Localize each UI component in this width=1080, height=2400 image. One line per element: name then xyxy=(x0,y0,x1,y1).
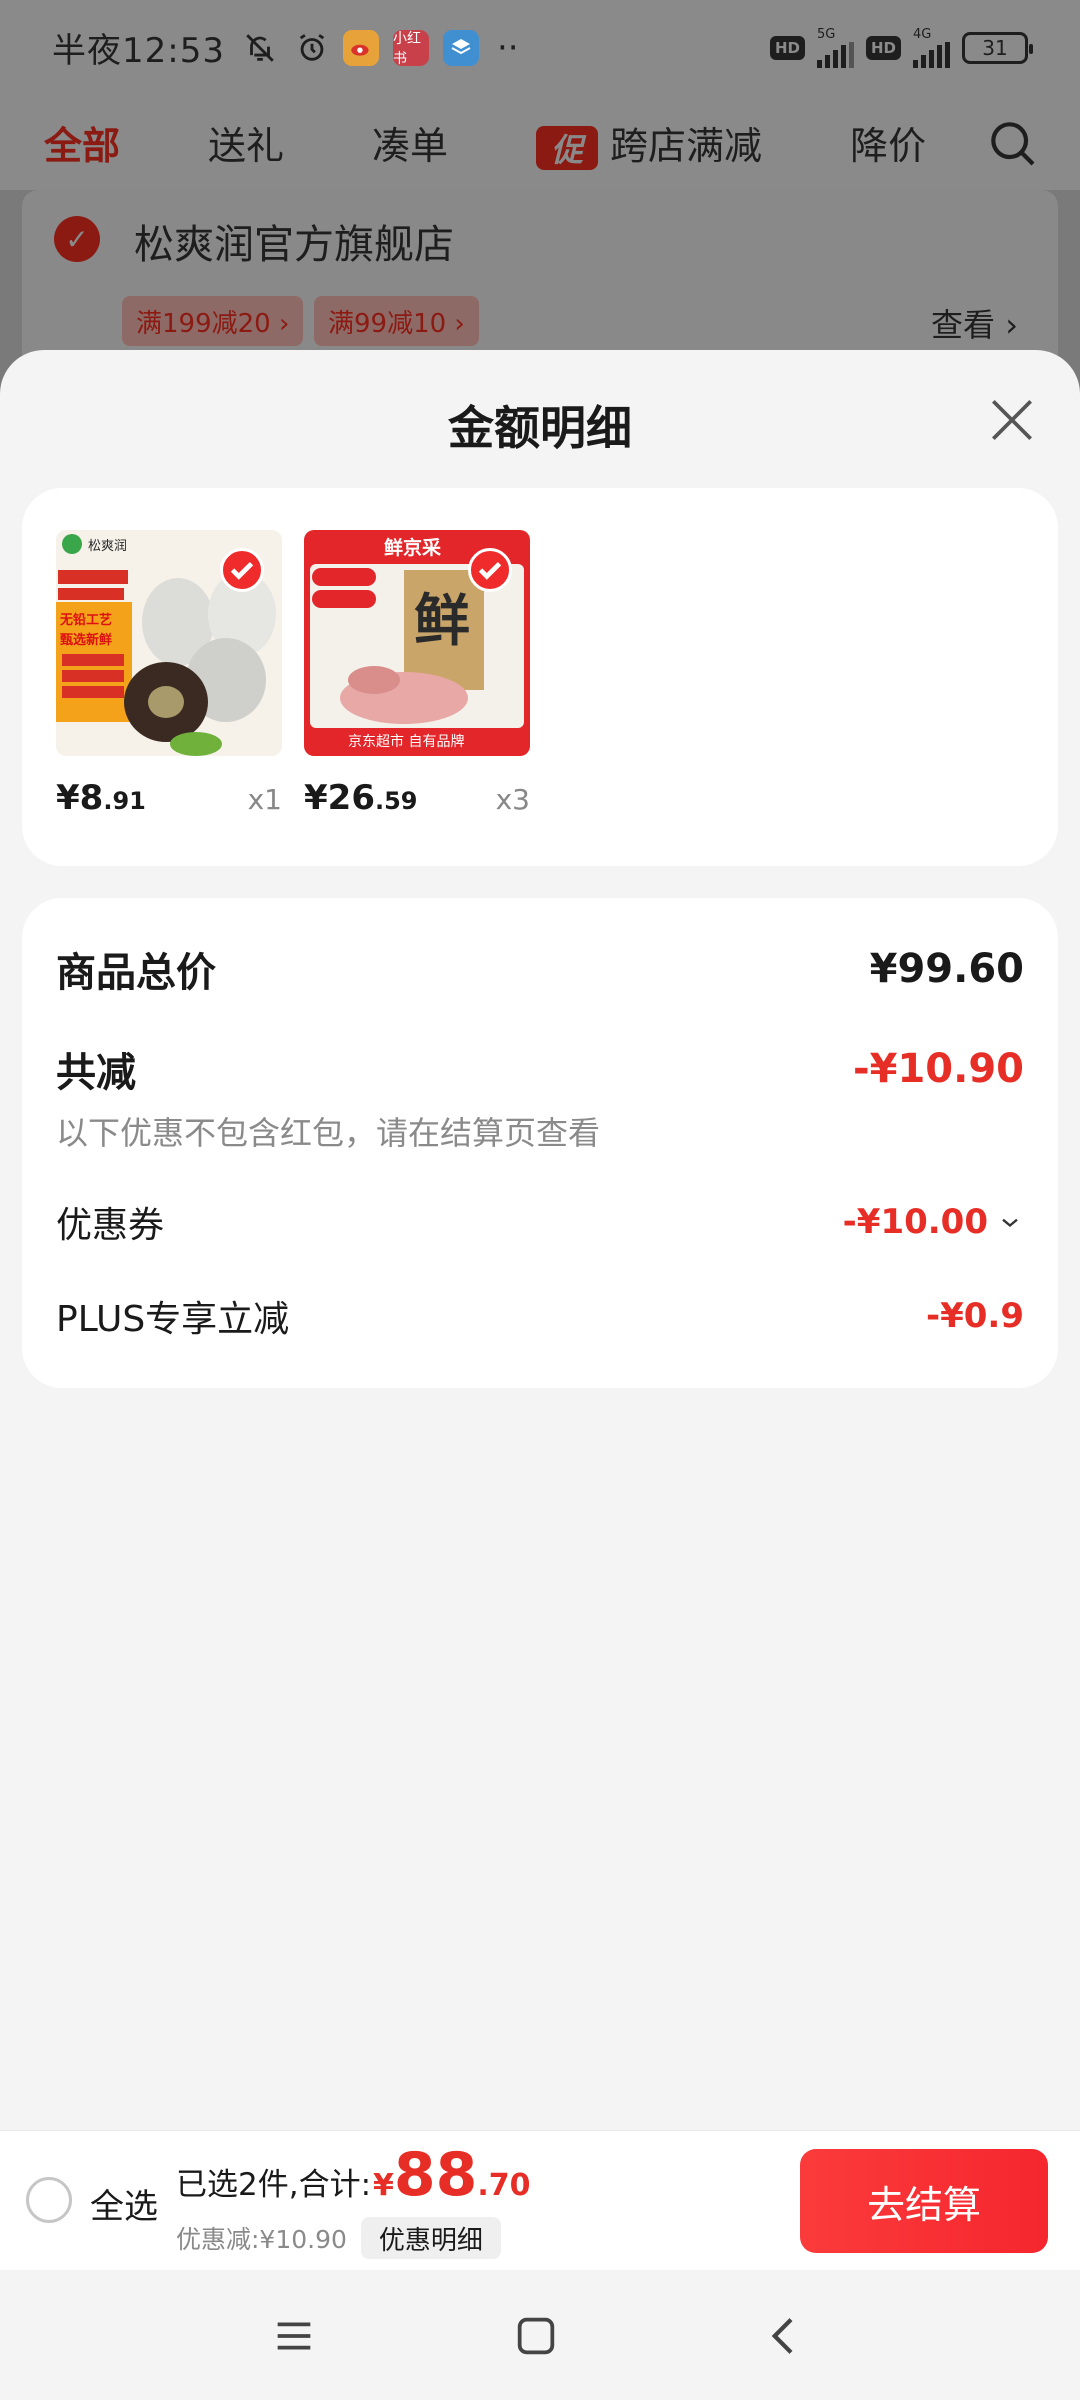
svg-text:鲜京采: 鲜京采 xyxy=(384,536,441,559)
plus-reduce-label: PLUS专享立减 xyxy=(56,1299,290,1340)
coupon-label: 优惠券 xyxy=(56,1205,165,1246)
total-reduce-value: -¥10.90 xyxy=(853,1046,1024,1092)
status-bar: 半夜12:53 小红书 ·· HD 5G HD 4G 31 xyxy=(0,0,1080,95)
svg-text:鲜: 鲜 xyxy=(414,589,470,654)
goods-card: 松爽润 无铅工艺 甄选新鲜 ¥8.91 x1 鲜京采 鲜 京东超市 自有品牌 ¥… xyxy=(22,488,1058,866)
system-nav-bar xyxy=(0,2270,1080,2400)
total-reduce-label: 共减 xyxy=(56,1050,136,1096)
hd-badge: HD xyxy=(769,35,805,60)
checkout-button[interactable]: 去结算 xyxy=(800,2149,1048,2253)
coupon-value: -¥10.00 xyxy=(842,1202,988,1242)
goods-qty: x3 xyxy=(495,783,530,816)
price-integer: ¥8 xyxy=(56,778,104,818)
total-price-label: 商品总价 xyxy=(56,950,216,996)
coupon-tag-2[interactable]: 满99减10 › xyxy=(314,296,479,346)
signal-bars-icon xyxy=(816,41,854,68)
network-type-label-2: 4G xyxy=(913,26,932,42)
tab-cross-store[interactable]: 促跨店满减 xyxy=(536,115,762,171)
category-tabs: 全部 送礼 凑单 促跨店满减 降价 xyxy=(0,95,1080,190)
svg-text:无铅工艺: 无铅工艺 xyxy=(59,612,112,628)
tab-bundle[interactable]: 凑单 xyxy=(372,115,448,170)
price-summary-card: 商品总价 ¥99.60 共减 -¥10.90 以下优惠不包含红包，请在结算页查看… xyxy=(22,898,1058,1388)
store-card: ✓ 松爽润官方旗舰店 满199减20 › 满99减10 › 查看 › xyxy=(22,190,1058,370)
battery-icon: 31 xyxy=(962,31,1033,64)
more-dots-icon: ·· xyxy=(496,27,519,68)
store-check-icon[interactable]: ✓ xyxy=(54,216,100,262)
status-time: 半夜12:53 xyxy=(52,31,225,71)
pork-ribs-product-image: 鲜京采 鲜 京东超市 自有品牌 xyxy=(304,530,530,756)
discount-text: 优惠减:¥10.90 xyxy=(176,2225,347,2254)
weibo-app-icon xyxy=(342,29,379,66)
tab-cross-store-label: 跨店满减 xyxy=(610,123,763,168)
goods-item[interactable]: 鲜京采 鲜 京东超市 自有品牌 ¥26.59 x3 xyxy=(304,530,530,818)
layers-app-icon xyxy=(442,29,479,66)
preserved-egg-product-image: 松爽润 无铅工艺 甄选新鲜 xyxy=(56,530,282,756)
see-more-link[interactable]: 查看 › xyxy=(931,300,1018,346)
store-name[interactable]: 松爽润官方旗舰店 xyxy=(134,212,454,270)
back-icon[interactable] xyxy=(756,2308,812,2364)
goods-item[interactable]: 松爽润 无铅工艺 甄选新鲜 ¥8.91 x1 xyxy=(56,530,282,818)
home-icon[interactable] xyxy=(508,2308,564,2364)
goods-price: ¥8.91 xyxy=(56,778,146,818)
xiaohongshu-app-icon: 小红书 xyxy=(392,29,429,67)
reduce-note: 以下优惠不包含红包，请在结算页查看 xyxy=(56,1114,601,1152)
promo-badge: 促 xyxy=(536,126,599,171)
total-reduce-row: 共减 -¥10.90 xyxy=(56,1040,1024,1098)
checkout-bar: 全选 已选2件,合计: ¥ 88 .70 优惠减:¥10.90 优惠明细 去结算 xyxy=(0,2130,1080,2270)
goods-qty: x1 xyxy=(247,783,282,816)
network-type-label: 5G xyxy=(816,26,836,42)
total-price-value: ¥99.60 xyxy=(869,946,1024,992)
total-currency: ¥ xyxy=(373,2168,394,2203)
plus-reduce-value: -¥0.9 xyxy=(926,1296,1024,1336)
svg-text:甄选新鲜: 甄选新鲜 xyxy=(60,632,112,648)
select-all-label[interactable]: 全选 xyxy=(90,2179,158,2228)
alarm-icon xyxy=(295,31,329,65)
coupon-tag-1[interactable]: 满199减20 › xyxy=(122,296,304,346)
signal-bars-icon-2 xyxy=(913,41,950,68)
discount-line: 优惠减:¥10.90 优惠明细 xyxy=(176,2217,501,2259)
price-decimal: .91 xyxy=(103,787,146,815)
discount-detail-button[interactable]: 优惠明细 xyxy=(360,2217,501,2259)
sheet-title: 金额明细 xyxy=(448,401,632,455)
chevron-down-icon[interactable] xyxy=(996,1208,1024,1236)
selected-check-icon[interactable] xyxy=(468,548,512,592)
signal-4g: 4G xyxy=(913,26,950,68)
svg-text:京东超市 自有品牌: 京东超市 自有品牌 xyxy=(348,733,464,750)
coupon-row[interactable]: 优惠券 -¥10.00 xyxy=(56,1196,1024,1248)
selected-count-text: 已选2件,合计: xyxy=(176,2167,372,2203)
bell-off-icon xyxy=(243,31,277,65)
tab-price-drop[interactable]: 降价 xyxy=(850,115,926,170)
tab-all[interactable]: 全部 xyxy=(44,115,120,170)
search-icon[interactable] xyxy=(984,115,1040,171)
price-integer: ¥26 xyxy=(304,778,375,818)
selected-total: 已选2件,合计: ¥ 88 .70 xyxy=(176,2145,531,2205)
close-icon[interactable] xyxy=(984,392,1040,448)
total-price-row: 商品总价 ¥99.60 xyxy=(56,940,1024,998)
plus-reduce-row: PLUS专享立减 -¥0.9 xyxy=(56,1290,1024,1342)
svg-text:松爽润: 松爽润 xyxy=(88,539,127,554)
goods-price: ¥26.59 xyxy=(304,778,418,818)
signal-5g: 5G xyxy=(816,26,854,68)
selected-check-icon[interactable] xyxy=(220,548,264,592)
price-decimal: .59 xyxy=(374,787,418,815)
menu-icon[interactable] xyxy=(266,2308,322,2364)
select-all-radio[interactable] xyxy=(26,2177,72,2223)
total-integer: 88 xyxy=(393,2140,478,2210)
tab-gift[interactable]: 送礼 xyxy=(208,115,284,170)
total-decimal: .70 xyxy=(477,2168,531,2203)
amount-detail-sheet: 金额明细 松爽润 无铅工艺 甄选新鲜 ¥8.91 x1 鲜京采 鲜 京东超市 自… xyxy=(0,350,1080,2132)
hd-badge-2: HD xyxy=(865,35,901,60)
